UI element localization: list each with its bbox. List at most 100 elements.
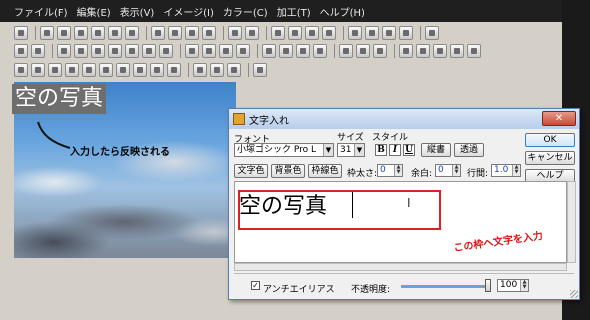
background-color-button[interactable]: 背景色 [271,164,305,178]
antialias-checkbox[interactable]: ✓ [251,281,260,290]
cancel-button[interactable]: キャンセル [525,151,575,165]
spinner-arrows-icon[interactable]: ▲ ▼ [512,165,520,176]
opacity-slider-thumb[interactable] [485,279,491,292]
row2-tool-button[interactable] [74,44,88,58]
transparent-button[interactable]: 透過 [454,143,484,157]
row2-tool-button[interactable] [296,44,310,58]
menu-image[interactable]: イメージ(I) [163,4,214,19]
row1-tool-button[interactable] [305,26,319,40]
row3-tool-button[interactable] [227,63,241,77]
toolbar-row-3 [14,61,270,79]
row3-tool-button[interactable] [116,63,130,77]
row1-tool-button[interactable] [108,26,122,40]
row1-tool-button[interactable] [382,26,396,40]
spinner-arrows-icon[interactable]: ▲ ▼ [520,280,528,291]
underline-button[interactable]: U [403,144,415,156]
spinner-arrows-icon[interactable]: ▲ ▼ [452,165,460,176]
row2-tool-button[interactable] [356,44,370,58]
row3-tool-button[interactable] [193,63,207,77]
row3-tool-button[interactable] [31,63,45,77]
row2-tool-button[interactable] [108,44,122,58]
close-button[interactable]: ✕ [542,111,576,126]
spinner-arrows-icon[interactable]: ▲ ▼ [394,165,402,176]
row3-tool-button[interactable] [133,63,147,77]
row2-tool-button[interactable] [279,44,293,58]
row1-tool-button[interactable] [91,26,105,40]
ok-button[interactable]: OK [525,133,575,147]
size-select[interactable]: 31 ▼ [337,143,365,157]
row1-tool-button[interactable] [245,26,259,40]
border-width-spinner[interactable]: 0 ▲ ▼ [377,164,403,177]
row1-tool-button[interactable] [425,26,439,40]
row2-tool-button[interactable] [339,44,353,58]
row2-tool-button[interactable] [159,44,173,58]
row2-tool-button[interactable] [416,44,430,58]
row1-tool-button[interactable] [14,26,28,40]
horizontal-scrollbar[interactable] [234,263,567,271]
text-input-area[interactable]: 空の写真 I [234,181,567,263]
line-spacing-spinner[interactable]: 1.0 ▲ ▼ [491,164,521,177]
dialog-titlebar[interactable]: 文字入れ [229,109,579,129]
row3-tool-button[interactable] [99,63,113,77]
row1-tool-button[interactable] [348,26,362,40]
row1-tool-button[interactable] [168,26,182,40]
row2-tool-button[interactable] [57,44,71,58]
menu-process[interactable]: 加工(T) [277,4,311,19]
menu-edit[interactable]: 編集(E) [77,4,111,19]
row1-tool-button[interactable] [288,26,302,40]
row3-tool-button[interactable] [82,63,96,77]
row3-tool-button[interactable] [167,63,181,77]
vertical-writing-button[interactable]: 縦書 [421,143,451,157]
row2-tool-button[interactable] [262,44,276,58]
menu-view[interactable]: 表示(V) [120,4,155,19]
row3-tool-button[interactable] [14,63,28,77]
vertical-scrollbar[interactable] [567,181,576,263]
margin-spinner[interactable]: 0 ▲ ▼ [435,164,461,177]
opacity-spinner[interactable]: 100 ▲ ▼ [497,279,529,292]
row2-tool-button[interactable] [313,44,327,58]
font-select[interactable]: 小塚ゴシック Pro L ▼ [234,143,334,157]
menu-file[interactable]: ファイル(F) [14,4,68,19]
row2-tool-button[interactable] [125,44,139,58]
row3-tool-button[interactable] [65,63,79,77]
row2-tool-button[interactable] [467,44,481,58]
row2-tool-button[interactable] [450,44,464,58]
divider [234,273,574,274]
row2-tool-button[interactable] [219,44,233,58]
row1-tool-button[interactable] [125,26,139,40]
row2-tool-button[interactable] [185,44,199,58]
italic-button[interactable]: I [389,144,401,156]
row1-tool-button[interactable] [271,26,285,40]
row1-tool-button[interactable] [365,26,379,40]
row1-tool-button[interactable] [228,26,242,40]
row2-tool-button[interactable] [399,44,413,58]
row3-tool-button[interactable] [210,63,224,77]
row3-tool-button[interactable] [253,63,267,77]
row2-tool-button[interactable] [91,44,105,58]
border-color-button[interactable]: 枠線色 [308,164,342,178]
row2-tool-button[interactable] [236,44,250,58]
row1-tool-button[interactable] [151,26,165,40]
row2-tool-button[interactable] [373,44,387,58]
row2-tool-button[interactable] [202,44,216,58]
row1-tool-button[interactable] [322,26,336,40]
row2-tool-button[interactable] [433,44,447,58]
row1-tool-button[interactable] [185,26,199,40]
row1-tool-button[interactable] [40,26,54,40]
workspace-background [0,258,236,320]
menu-color[interactable]: カラー(C) [223,4,268,19]
row3-tool-button[interactable] [150,63,164,77]
opacity-slider[interactable] [401,285,489,288]
menu-help[interactable]: ヘルプ(H) [320,4,365,19]
row1-tool-button[interactable] [399,26,413,40]
row3-tool-button[interactable] [48,63,62,77]
text-color-button[interactable]: 文字色 [234,164,268,178]
bold-button[interactable]: B [375,144,387,156]
resize-grip-icon[interactable] [570,290,578,298]
row2-tool-button[interactable] [31,44,45,58]
row1-tool-button[interactable] [202,26,216,40]
row1-tool-button[interactable] [74,26,88,40]
row1-tool-button[interactable] [57,26,71,40]
row2-tool-button[interactable] [142,44,156,58]
row2-tool-button[interactable] [14,44,28,58]
